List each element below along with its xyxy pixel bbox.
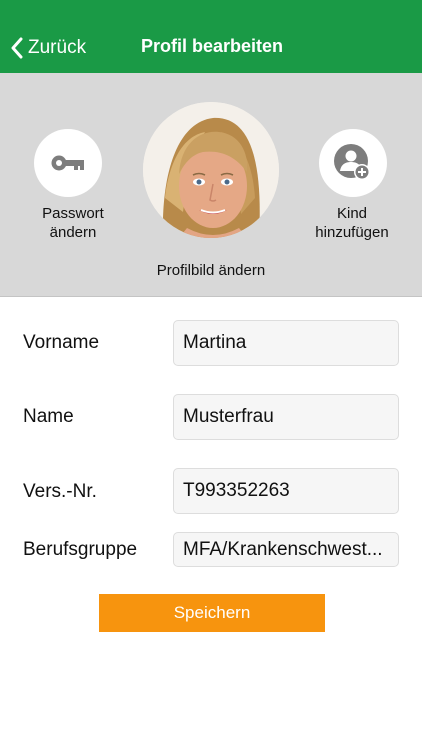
page-title: Profil bearbeiten bbox=[140, 36, 284, 56]
change-profile-picture-label[interactable]: Profilbild ändern bbox=[0, 262, 422, 279]
profile-photo bbox=[143, 102, 279, 238]
key-icon bbox=[51, 155, 84, 171]
last-name-field[interactable]: Musterfrau bbox=[173, 394, 399, 440]
avatar[interactable] bbox=[143, 102, 279, 238]
profession-select[interactable]: MFA/Krankenschwest... bbox=[173, 532, 399, 567]
first-name-row: Vorname Martina bbox=[0, 320, 422, 366]
insurance-number-row: Vers.-Nr. T993352263 bbox=[0, 468, 422, 514]
first-name-field[interactable]: Martina bbox=[173, 320, 399, 366]
profession-row: Berufsgruppe MFA/Krankenschwest... bbox=[0, 532, 422, 568]
first-name-label: Vorname bbox=[23, 332, 100, 353]
profession-label: Berufsgruppe bbox=[23, 539, 138, 560]
navigation-bar: Zurück Profil bearbeiten bbox=[0, 0, 422, 73]
profile-header-panel: Passwort ändern Profilbild ändern Kind h… bbox=[0, 73, 422, 297]
last-name-row: Name Musterfrau bbox=[0, 394, 422, 440]
save-button[interactable]: Speichern bbox=[99, 594, 325, 632]
add-child-label: Kind hinzufügen bbox=[315, 205, 389, 241]
add-person-icon bbox=[334, 144, 370, 180]
last-name-label: Name bbox=[23, 406, 74, 427]
add-child-button[interactable] bbox=[319, 129, 387, 197]
insurance-number-field[interactable]: T993352263 bbox=[173, 468, 399, 514]
change-password-button[interactable] bbox=[34, 129, 102, 197]
insurance-number-label: Vers.-Nr. bbox=[23, 481, 97, 502]
change-password-label: Passwort ändern bbox=[42, 205, 104, 241]
